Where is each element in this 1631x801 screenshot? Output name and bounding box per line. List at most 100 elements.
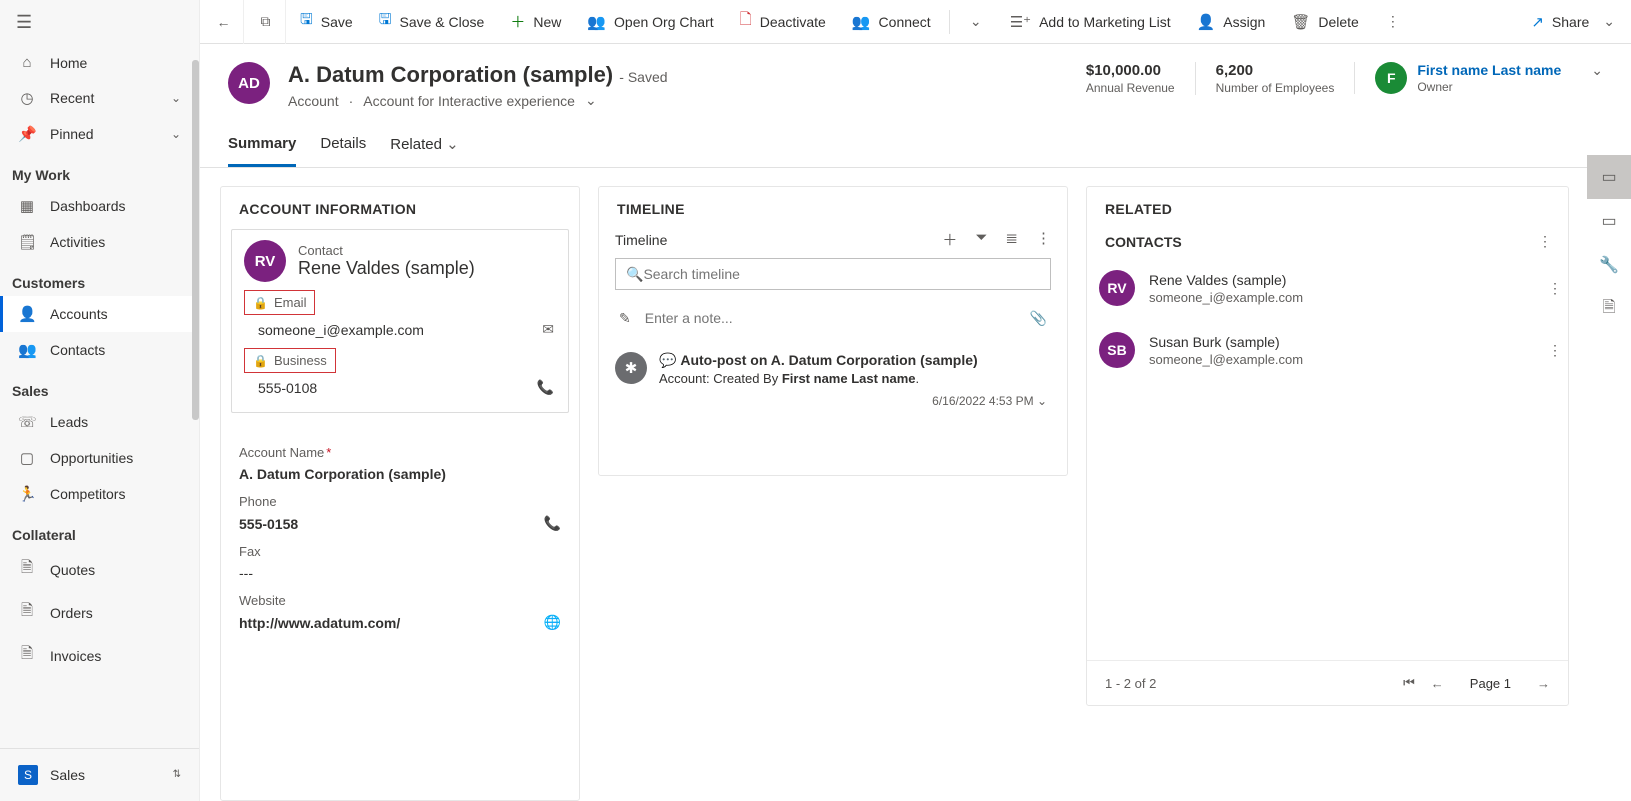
timeline-filter-button[interactable]: ⏷ [975,229,987,250]
timeline-heading: Timeline [615,232,667,248]
header-expand[interactable]: ⌄ [1581,62,1603,79]
phone-icon[interactable]: 📞 [544,515,561,532]
tab-details[interactable]: Details [320,125,366,167]
record-avatar: AD [228,62,270,104]
field-value[interactable]: --- [239,565,561,581]
timeline-item[interactable]: ✱ 💬 Auto-post on A. Datum Corporation (s… [615,352,1051,408]
tab-related[interactable]: Related ⌄ [390,125,458,167]
siderail-doc-button[interactable]: 🗎 [1587,287,1631,331]
open-org-chart-button[interactable]: 👥Open Org Chart [575,0,725,44]
connect-icon: 👥 [852,13,871,31]
nav-label: Activities [50,234,105,250]
card-icon[interactable]: ✉ [542,321,554,338]
more-icon: ⋮ [1386,13,1400,30]
connect-button[interactable]: 👥 Connect [840,0,943,44]
chevron-down-icon[interactable]: ⌄ [1037,394,1047,408]
nav-quotes[interactable]: 🗎Quotes [0,548,199,591]
deactivate-button[interactable]: 🗋 Deactivate [728,0,838,44]
nav-leads[interactable]: ☏Leads [0,404,199,440]
section-heading: TIMELINE [599,187,1067,229]
hamburger-button[interactable]: ☰ [0,0,199,45]
side-rail: ▭ ▭ 🔧 🗎 [1587,155,1631,331]
nav-home[interactable]: ⌂ Home [0,45,199,80]
overflow-button[interactable]: ⋮ [1373,0,1413,44]
business-value[interactable]: 555-0108 [258,380,317,396]
tab-summary[interactable]: Summary [228,125,296,167]
btn-label: Add to Marketing List [1039,14,1171,30]
page-first-button[interactable]: ⏮ [1403,675,1415,691]
open-new-window-button[interactable]: ⧉ [246,0,286,44]
timeline-more-button[interactable]: ⋮ [1036,229,1051,250]
record-title: A. Datum Corporation (sample) - Saved [288,62,668,88]
siderail-assistant-button[interactable]: ▭ [1587,155,1631,199]
add-marketing-button[interactable]: ☰⁺Add to Marketing List [998,0,1183,44]
related-contact-item[interactable]: SB Susan Burk (sample) someone_l@example… [1087,322,1568,384]
contact-more-button[interactable]: ⋮ [1548,280,1562,297]
business-label-locked: 🔒 Business [244,348,336,373]
connect-dropdown[interactable]: ⌄ [956,0,996,44]
assign-button[interactable]: 👤Assign [1185,0,1278,44]
phone-icon[interactable]: 📞 [537,379,554,396]
deactivate-icon: 🗋 [740,9,752,34]
field-value[interactable]: http://www.adatum.com/ 🌐 [239,614,561,631]
contact-email: someone_i@example.com [1149,290,1534,305]
save-close-button[interactable]: 🖫Save & Close [367,0,497,44]
sidebar-scrollbar[interactable] [192,0,199,801]
nav-label: Quotes [50,562,95,578]
btn-label: Open Org Chart [614,14,714,30]
nav-label: Invoices [50,648,101,664]
btn-label: Save [321,14,353,30]
timeline-search[interactable]: 🔍 [615,258,1051,290]
nav-pinned[interactable]: 📌 Pinned ⌄ [0,116,199,152]
nav-accounts[interactable]: 👤Accounts [0,296,199,332]
btn-label: Connect [879,14,931,30]
nav-recent[interactable]: ◷ Recent ⌄ [0,80,199,116]
field-value[interactable]: 555-0158 📞 [239,515,561,532]
email-value[interactable]: someone_i@example.com [258,322,424,338]
new-button[interactable]: ＋New [498,0,573,44]
nav-activities[interactable]: 🗒Activities [0,224,199,260]
nav-competitors[interactable]: 🏃Competitors [0,476,199,512]
btn-label: Deactivate [760,14,826,30]
delete-button[interactable]: 🗑Delete [1279,0,1371,44]
page-prev-button[interactable]: ← [1431,676,1444,691]
nav-invoices[interactable]: 🗎Invoices [0,634,199,677]
owner-name[interactable]: First name Last name [1417,62,1561,78]
nav-orders[interactable]: 🗎Orders [0,591,199,634]
back-button[interactable]: ← [204,0,244,44]
attachment-button[interactable]: 📎 [1030,310,1047,327]
globe-icon[interactable]: 🌐 [544,614,561,631]
contacts-more-button[interactable]: ⋮ [1538,233,1552,250]
timeline-add-button[interactable]: ＋ [942,229,957,250]
nav-label: Home [50,55,87,71]
chevron-down-icon[interactable]: ⌄ [585,92,597,109]
chevron-down-icon: ⌄ [171,91,181,105]
save-button[interactable]: 🖫Save [288,0,365,44]
chevron-down-icon: ⌄ [970,13,982,30]
field-label: Website [239,593,561,608]
email-label-locked: 🔒 Email [244,290,315,315]
nav-contacts[interactable]: 👥Contacts [0,332,199,368]
siderail-panel-button[interactable]: ▭ [1587,199,1631,243]
field-value[interactable]: A. Datum Corporation (sample) [239,466,561,482]
share-button[interactable]: ↗Share⌄ [1519,0,1627,44]
related-contact-item[interactable]: RV Rene Valdes (sample) someone_i@exampl… [1087,260,1568,322]
edit-icon: ✎ [619,310,631,327]
share-icon: ↗ [1531,13,1544,31]
timeline-search-input[interactable] [643,266,1040,282]
nav-dashboards[interactable]: ▦Dashboards [0,188,199,224]
nav-opportunities[interactable]: ▢Opportunities [0,440,199,476]
nav-label: Competitors [50,486,125,502]
contact-avatar: RV [1099,270,1135,306]
page-next-button[interactable]: → [1537,676,1550,691]
contact-name[interactable]: Rene Valdes (sample) [298,258,475,279]
timeline-sort-button[interactable]: ≣ [1005,229,1018,250]
siderail-wrench-button[interactable]: 🔧 [1587,243,1631,287]
contact-avatar: SB [1099,332,1135,368]
contacts-subheading: CONTACTS [1105,234,1182,250]
timeline-note-input[interactable] [645,310,1016,326]
form-name[interactable]: Account for Interactive experience [363,93,575,109]
nav-group-sales: Sales [0,368,199,404]
area-switcher[interactable]: S Sales ⇅ [0,748,199,801]
contact-more-button[interactable]: ⋮ [1548,342,1562,359]
